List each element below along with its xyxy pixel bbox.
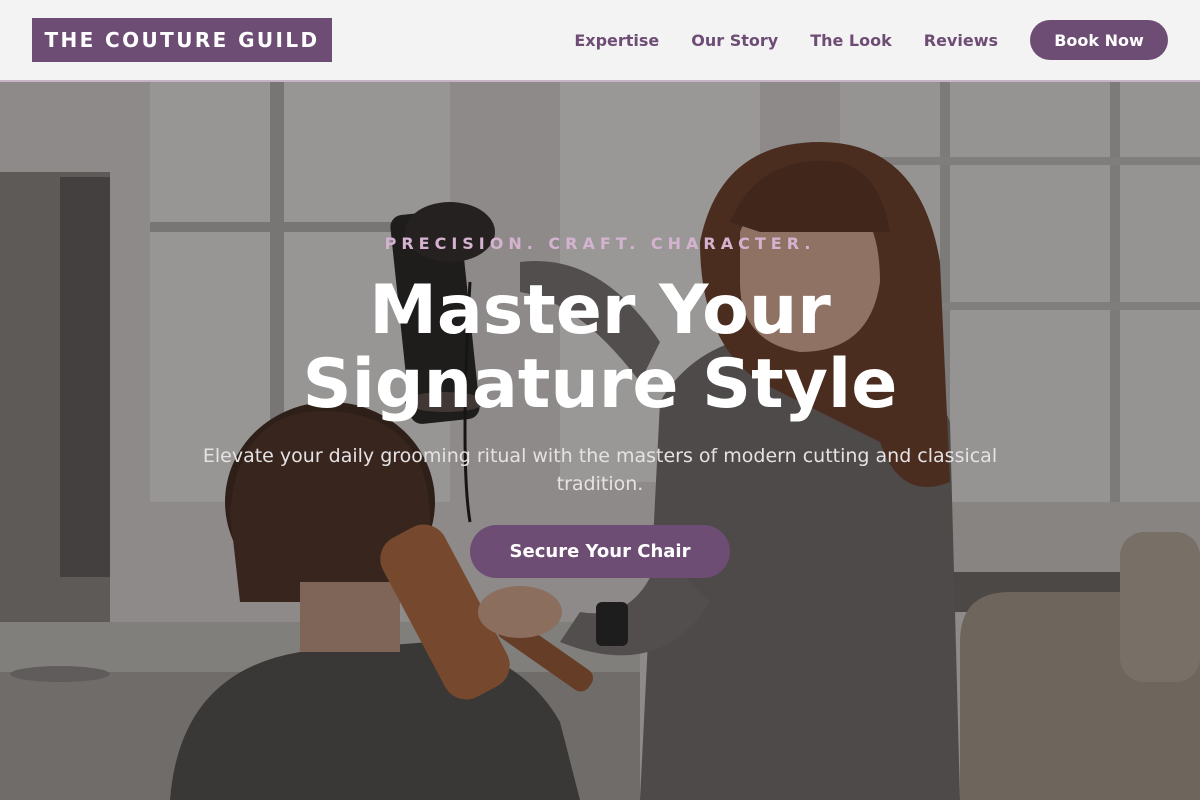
nav-link-reviews[interactable]: Reviews bbox=[924, 31, 998, 50]
hero-title-line-1: Master Your bbox=[369, 271, 831, 350]
main-nav: Expertise Our Story The Look Reviews Boo… bbox=[574, 20, 1168, 60]
hero-title: Master Your Signature Style bbox=[0, 274, 1200, 422]
hero-section: PRECISION. CRAFT. CHARACTER. Master Your… bbox=[0, 82, 1200, 800]
hero-title-line-2: Signature Style bbox=[302, 345, 898, 424]
secure-your-chair-button[interactable]: Secure Your Chair bbox=[470, 525, 730, 578]
nav-link-our-story[interactable]: Our Story bbox=[691, 31, 778, 50]
hero-overlay bbox=[0, 82, 1200, 800]
nav-link-the-look[interactable]: The Look bbox=[810, 31, 892, 50]
hero-tagline: PRECISION. CRAFT. CHARACTER. bbox=[384, 234, 816, 253]
site-header: THE COUTURE GUILD Expertise Our Story Th… bbox=[0, 0, 1200, 82]
hero-subtitle: Elevate your daily grooming ritual with … bbox=[202, 445, 998, 495]
nav-link-expertise[interactable]: Expertise bbox=[574, 31, 659, 50]
site-logo[interactable]: THE COUTURE GUILD bbox=[32, 18, 332, 62]
book-now-button[interactable]: Book Now bbox=[1030, 20, 1168, 60]
